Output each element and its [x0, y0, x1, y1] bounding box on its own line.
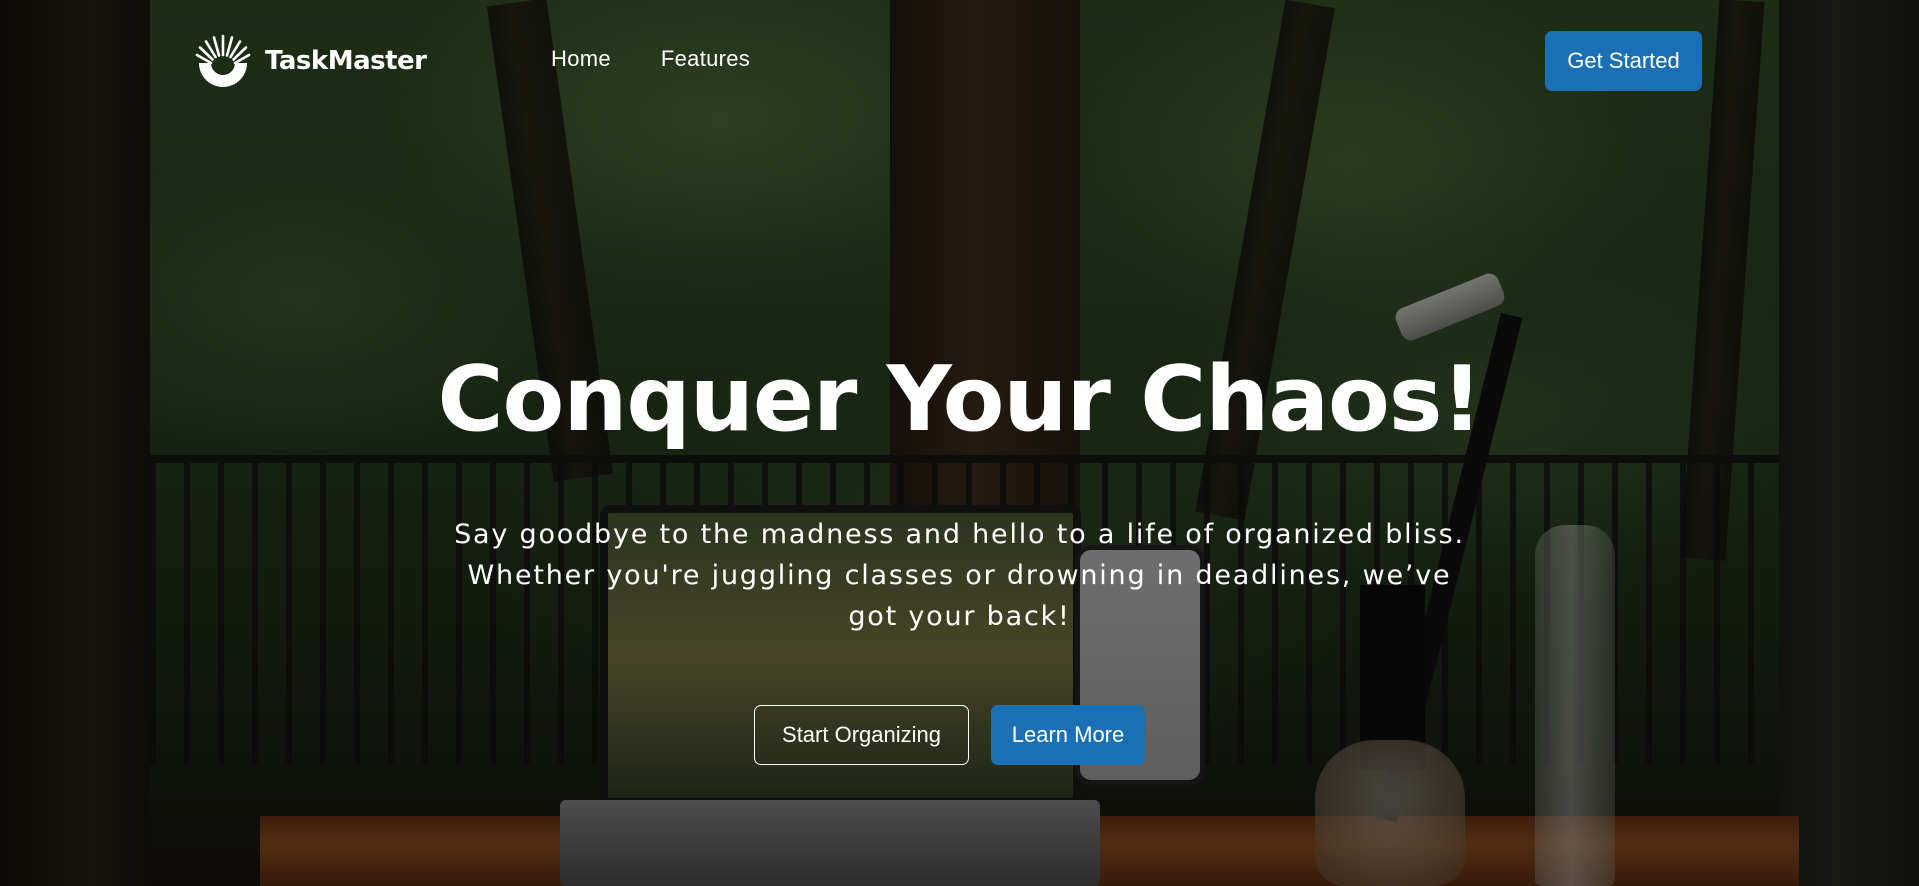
site-header: TaskMaster Home Features Get Started: [0, 0, 1919, 122]
nav-item-features[interactable]: Features: [661, 46, 750, 72]
hero-actions: Start Organizing Learn More: [754, 705, 1145, 765]
sunburst-logo-icon: [195, 34, 251, 87]
start-organizing-button[interactable]: Start Organizing: [754, 705, 969, 765]
hero-subtitle: Say goodbye to the madness and hello to …: [454, 519, 1465, 632]
hero-title: Conquer Your Chaos!: [437, 347, 1482, 452]
brand-logo[interactable]: TaskMaster: [195, 33, 427, 89]
brand-name: TaskMaster: [265, 46, 427, 76]
learn-more-button[interactable]: Learn More: [991, 705, 1145, 765]
main-nav: Home Features: [551, 46, 750, 72]
get-started-button[interactable]: Get Started: [1545, 31, 1702, 91]
nav-item-home[interactable]: Home: [551, 46, 611, 72]
